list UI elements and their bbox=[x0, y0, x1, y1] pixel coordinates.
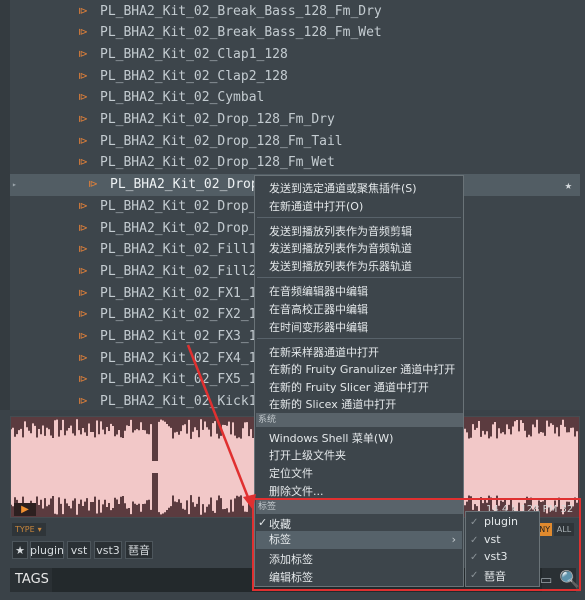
file-row[interactable]: ⧐ PL_BHA2_Kit_02_Clap1_128 bbox=[10, 43, 580, 65]
file-row[interactable]: ⧐ PL_BHA2_Kit_02_Clap2_128 bbox=[10, 65, 580, 87]
menu-edit-audio-editor[interactable]: 在音频编辑器中编辑 bbox=[269, 283, 368, 299]
file-name: PL_BHA2_Kit_02_FX5_128 bbox=[100, 372, 273, 388]
menu-separator bbox=[257, 277, 461, 278]
menu-send-playlist-instrument-track[interactable]: 发送到播放列表作为乐器轨道 bbox=[269, 258, 412, 274]
audio-file-icon: ⧐ bbox=[78, 70, 88, 82]
audio-file-icon: ⧐ bbox=[78, 27, 88, 39]
file-name: PL_BHA2_Kit_02_FX4_128 bbox=[100, 350, 273, 366]
menu-open-new-sampler[interactable]: 在新采样器通道中打开 bbox=[269, 344, 379, 360]
menu-open-slicer[interactable]: 在新的 Fruity Slicer 通道中打开 bbox=[269, 379, 429, 395]
menu-edit-time-stretcher[interactable]: 在时间变形器中编辑 bbox=[269, 319, 368, 335]
tag-chip-vst3[interactable]: vst3 bbox=[94, 541, 122, 559]
audio-file-icon: ⧐ bbox=[78, 200, 88, 212]
menu-open-new-channel[interactable]: 在新通道中打开(O) bbox=[269, 198, 363, 214]
file-row[interactable]: ⧐ PL_BHA2_Kit_02_Drop_128_Fm_Wet bbox=[10, 152, 580, 174]
audio-file-icon: ⧐ bbox=[78, 48, 88, 60]
menu-locate-file[interactable]: 定位文件 bbox=[269, 465, 313, 481]
menu-edit-pitch-corrector[interactable]: 在音高校正器中编辑 bbox=[269, 301, 368, 317]
audio-file-icon: ⧐ bbox=[78, 244, 88, 256]
file-name: PL_BHA2_Kit_02_FX2_128 bbox=[100, 307, 273, 323]
audio-file-icon: ⧐ bbox=[78, 309, 88, 321]
file-name: PL_BHA2_Kit_02_Clap1_128 bbox=[100, 46, 288, 62]
favorite-star-icon[interactable]: ★ bbox=[12, 541, 28, 559]
file-row[interactable]: ⧐ PL_BHA2_Kit_02_Break_Bass_128_Fm_Wet bbox=[10, 22, 580, 44]
menu-send-playlist-audio-track[interactable]: 发送到播放列表作为音频轨道 bbox=[269, 240, 412, 256]
menu-open-granulizer[interactable]: 在新的 Fruity Granulizer 通道中打开 bbox=[269, 361, 455, 377]
tag-chip-vst[interactable]: vst bbox=[67, 541, 91, 559]
file-name: PL_BHA2_Kit_02_FX1_128 bbox=[100, 285, 273, 301]
chevron-right-icon: ▸ bbox=[12, 180, 17, 190]
menu-shell-menu[interactable]: Windows Shell 菜单(W) bbox=[269, 430, 393, 446]
audio-file-icon: ⧐ bbox=[78, 374, 88, 386]
menu-separator bbox=[257, 338, 461, 339]
file-name: PL_BHA2_Kit_02_Drop_128_Fm_Dry bbox=[100, 112, 335, 127]
audio-file-icon: ⧐ bbox=[78, 92, 88, 104]
tag-chip-plugin[interactable]: plugin bbox=[30, 541, 64, 559]
audio-file-icon: ⧐ bbox=[78, 157, 88, 169]
audio-file-icon: ⧐ bbox=[78, 135, 88, 147]
menu-send-selected-channel[interactable]: 发送到选定通道或聚焦插件(S) bbox=[269, 180, 417, 196]
browser-left-strip bbox=[0, 0, 10, 410]
audio-file-icon: ⧐ bbox=[78, 331, 88, 342]
play-icon[interactable]: ▶ bbox=[14, 503, 36, 516]
menu-open-parent-folder[interactable]: 打开上级文件夹 bbox=[269, 447, 346, 463]
file-name: PL_BHA2_Kit_02_Break_Bass_128_Fm_Wet bbox=[100, 25, 382, 41]
audio-file-icon: ⧐ bbox=[78, 222, 88, 234]
highlight-box bbox=[252, 498, 581, 591]
file-name: PL_BHA2_Kit_02_Break_Bass_128_Fm_Dry bbox=[100, 3, 382, 19]
file-row[interactable]: ⧐ PL_BHA2_Kit_02_Drop_128_Fm_Dry bbox=[10, 109, 580, 131]
audio-file-icon: ⧐ bbox=[78, 114, 88, 125]
file-row[interactable]: ⧐ PL_BHA2_Kit_02_Cymbal bbox=[10, 87, 580, 109]
menu-delete-file[interactable]: 删除文件... bbox=[269, 483, 324, 499]
type-filter-button[interactable]: TYPE ▾ bbox=[12, 523, 46, 536]
file-name: PL_BHA2_Kit_02_Drop_128_Fm_Tail bbox=[100, 133, 343, 149]
file-name: PL_BHA2_Kit_02_Cymbal bbox=[100, 90, 265, 106]
file-name: PL_BHA2_Kit_02_FX3_128 bbox=[100, 329, 273, 344]
audio-file-icon: ⧐ bbox=[88, 179, 98, 191]
tag-chip-arp[interactable]: 琶音 bbox=[125, 541, 153, 559]
tags-label: TAGS bbox=[15, 572, 49, 587]
menu-separator bbox=[257, 217, 461, 218]
dropdown-icon: ▾ bbox=[37, 525, 42, 534]
audio-file-icon: ⧐ bbox=[78, 396, 88, 408]
favorite-star-icon[interactable]: ★ bbox=[565, 178, 572, 192]
audio-file-icon: ⧐ bbox=[78, 287, 88, 299]
audio-file-icon: ⧐ bbox=[78, 265, 88, 277]
file-row[interactable]: ⧐ PL_BHA2_Kit_02_Drop_128_Fm_Tail bbox=[10, 130, 580, 152]
file-name: PL_BHA2_Kit_02_Clap2_128 bbox=[100, 68, 288, 84]
audio-file-icon: ⧐ bbox=[78, 5, 88, 17]
menu-open-slicex[interactable]: 在新的 Slicex 通道中打开 bbox=[269, 396, 396, 412]
menu-send-playlist-audio-clip[interactable]: 发送到播放列表作为音频剪辑 bbox=[269, 223, 412, 239]
file-row[interactable]: ⧐ PL_BHA2_Kit_02_Break_Bass_128_Fm_Dry bbox=[10, 0, 580, 22]
audio-file-icon: ⧐ bbox=[78, 352, 88, 364]
type-filter-label: TYPE bbox=[15, 525, 35, 534]
menu-section-system: 系统 bbox=[256, 413, 463, 427]
file-name: PL_BHA2_Kit_02_Drop_128_Fm_Wet bbox=[100, 155, 335, 171]
